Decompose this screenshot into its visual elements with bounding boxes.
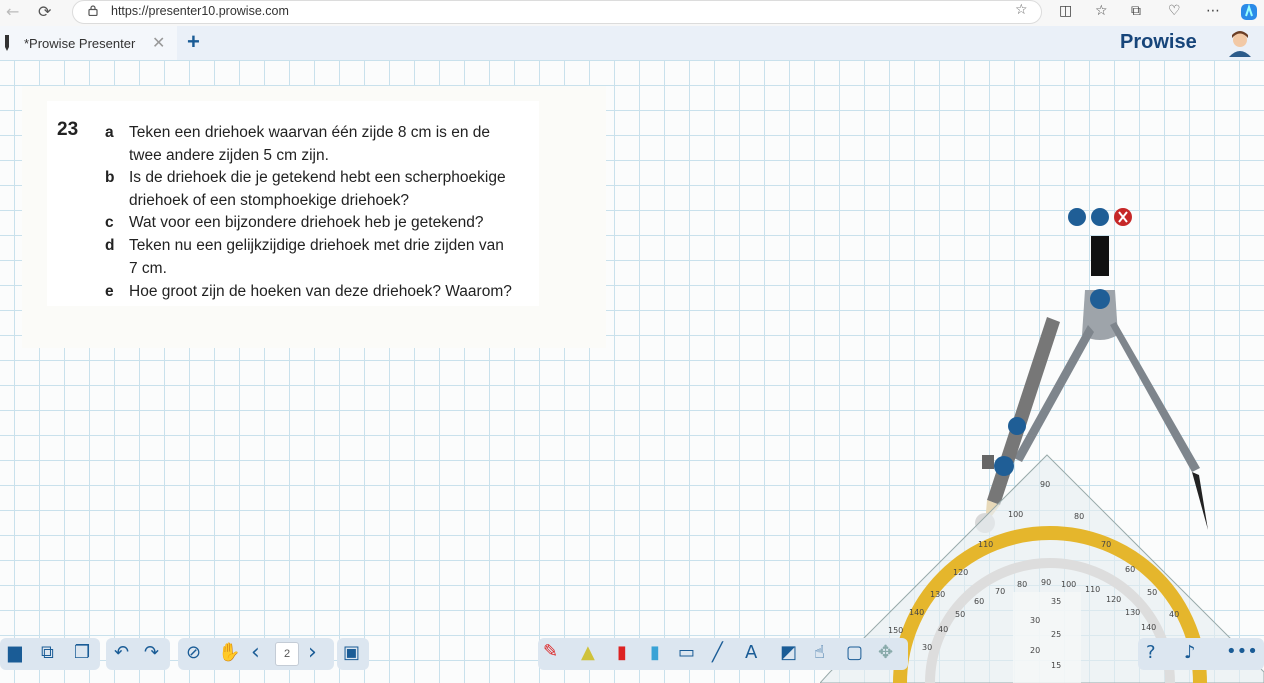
ruler-tick: 35 bbox=[1051, 597, 1062, 606]
favorite-star-icon[interactable]: ☆ bbox=[1015, 2, 1028, 18]
ring-tick: 110 bbox=[1085, 585, 1101, 594]
copy-page-icon[interactable]: ❐ bbox=[74, 642, 90, 663]
favorites-icon[interactable]: ☆ bbox=[1095, 3, 1108, 19]
highlighter-icon[interactable]: ▲ bbox=[581, 642, 595, 663]
marker-icon[interactable]: ▮ bbox=[617, 642, 627, 663]
item-letter: a bbox=[105, 124, 114, 141]
camera-icon[interactable]: ▣ bbox=[343, 642, 360, 663]
compass-handle bbox=[1091, 236, 1109, 276]
line-icon[interactable]: ╱ bbox=[712, 642, 723, 663]
item-text: Teken een driehoek waarvan één zijde 8 c… bbox=[129, 124, 491, 141]
app-header: *Prowise Presenter ✕ + Prowise bbox=[0, 26, 1264, 60]
compass-nav-icon[interactable]: ⊘ bbox=[186, 642, 201, 663]
protractor-tick: 90 bbox=[1040, 480, 1051, 489]
ring-tick: 60 bbox=[974, 597, 985, 606]
item-letter: b bbox=[105, 169, 115, 186]
undo-icon[interactable]: ↶ bbox=[114, 642, 129, 663]
browser-toolbar: ← ⟳ https://presenter10.prowise.com ☆ ◫ … bbox=[0, 0, 1264, 26]
eraser-icon[interactable]: ▮ bbox=[650, 642, 660, 663]
item-letter: e bbox=[105, 283, 114, 300]
back-icon[interactable]: ← bbox=[6, 2, 19, 21]
pen-icon[interactable]: ✎ bbox=[543, 641, 558, 662]
previous-page-icon[interactable]: ‹ bbox=[251, 640, 260, 665]
folder-icon[interactable]: ▆ bbox=[8, 642, 22, 663]
rectangle-icon[interactable]: ▭ bbox=[678, 642, 695, 663]
rotate-icon bbox=[1090, 289, 1110, 309]
file-tool-group: ▆ ⧉ ❐ bbox=[0, 638, 100, 670]
pages-icon[interactable]: ⧉ bbox=[41, 642, 54, 663]
item-letter: d bbox=[105, 237, 115, 254]
bell-icon[interactable]: ♪ bbox=[1184, 642, 1196, 663]
protractor-tick: 140 bbox=[909, 608, 925, 617]
history-tool-group: ↶ ↷ bbox=[106, 638, 170, 670]
protractor-tick: 60 bbox=[1125, 565, 1136, 574]
pencil-edit-icon bbox=[1008, 417, 1026, 435]
link-icon bbox=[1091, 208, 1109, 226]
frame-icon[interactable]: ▢ bbox=[846, 642, 863, 663]
item-text: Wat voor een bijzondere driehoek heb je … bbox=[129, 214, 484, 231]
help-tool-group: ? ♪ ••• bbox=[1138, 638, 1264, 670]
ring-tick: 80 bbox=[1017, 580, 1028, 589]
page-number[interactable]: 2 bbox=[275, 642, 299, 666]
text-icon[interactable]: A bbox=[745, 642, 757, 663]
ruler-tick: 30 bbox=[1030, 616, 1041, 625]
bottom-toolbar: ▆ ⧉ ❐ ↶ ↷ ⊘ ✋ ‹ › ▣ ✎ ▲ ▮ ▮ ▭ ╱ A ◩ ☝ ▢ … bbox=[0, 631, 1264, 683]
tab-title: *Prowise Presenter bbox=[24, 36, 136, 51]
ring-tick: 130 bbox=[1125, 608, 1141, 617]
item-text: twee andere zijden 5 cm zijn. bbox=[129, 147, 329, 164]
protractor-tick: 110 bbox=[978, 540, 994, 549]
whiteboard-canvas[interactable]: 23 a Teken een driehoek waarvan één zijd… bbox=[0, 60, 1264, 683]
lock-icon bbox=[88, 5, 98, 16]
prowise-logo: Prowise bbox=[1120, 31, 1197, 53]
item-text: 7 cm. bbox=[129, 260, 167, 277]
collections-icon[interactable]: ⧉ bbox=[1131, 3, 1141, 19]
camera-tool-group: ▣ bbox=[337, 638, 369, 670]
help-icon[interactable]: ? bbox=[1146, 642, 1156, 663]
pen-tab-icon bbox=[5, 35, 9, 51]
ring-tick: 70 bbox=[995, 587, 1006, 596]
split-screen-icon[interactable]: ◫ bbox=[1059, 3, 1072, 19]
more-options-icon[interactable]: ⋯ bbox=[1206, 3, 1220, 19]
address-bar[interactable]: https://presenter10.prowise.com ☆ bbox=[72, 0, 1042, 24]
gesture-icon[interactable]: ☝ bbox=[814, 642, 825, 663]
extensions-icon[interactable]: ♡ bbox=[1168, 3, 1181, 19]
ring-tick: 50 bbox=[955, 610, 966, 619]
ring-tick: 100 bbox=[1061, 580, 1077, 589]
protractor-tick: 120 bbox=[953, 568, 969, 577]
navigation-tool-group: ⊘ ✋ ‹ › bbox=[178, 638, 334, 670]
question-card[interactable]: 23 a Teken een driehoek waarvan één zijd… bbox=[22, 86, 606, 348]
drawing-tool-group: ✎ ▲ ▮ ▮ ▭ ╱ A ◩ ☝ ▢ ✥ bbox=[538, 638, 908, 670]
protractor-tick: 130 bbox=[930, 590, 946, 599]
ring-tick: 120 bbox=[1106, 595, 1122, 604]
redo-icon[interactable]: ↷ bbox=[144, 642, 159, 663]
protractor-tick: 100 bbox=[1008, 510, 1024, 519]
item-text: driehoek of een stomphoekige driehoek? bbox=[129, 192, 410, 209]
protractor-tick: 70 bbox=[1101, 540, 1112, 549]
compass-right-leg bbox=[1110, 322, 1200, 472]
item-text: Teken nu een gelijkzijdige driehoek met … bbox=[129, 237, 504, 254]
more-tools-icon[interactable]: ••• bbox=[1226, 641, 1258, 662]
question-number: 23 bbox=[57, 119, 79, 140]
avatar[interactable] bbox=[1226, 29, 1254, 57]
copilot-icon[interactable] bbox=[1239, 2, 1259, 22]
hand-icon[interactable]: ✋ bbox=[218, 642, 240, 663]
close-tab-icon[interactable]: ✕ bbox=[152, 33, 165, 52]
item-text: Is de driehoek die je getekend hebt een … bbox=[129, 169, 506, 186]
url-text: https://presenter10.prowise.com bbox=[111, 4, 289, 18]
add-tab-button[interactable]: + bbox=[187, 29, 200, 55]
protractor-tick: 40 bbox=[1169, 610, 1180, 619]
protractor-tick: 50 bbox=[1147, 588, 1158, 597]
fill-icon[interactable]: ◩ bbox=[780, 642, 797, 663]
protractor-tick: 80 bbox=[1074, 512, 1085, 521]
item-letter: c bbox=[105, 214, 114, 231]
presentation-tab[interactable]: *Prowise Presenter ✕ bbox=[0, 26, 177, 60]
mirror-icon bbox=[1068, 208, 1086, 226]
item-text: Hoe groot zijn de hoeken van deze drieho… bbox=[129, 283, 512, 300]
refresh-icon[interactable]: ⟳ bbox=[38, 2, 51, 21]
ring-tick: 90 bbox=[1041, 578, 1052, 587]
next-page-icon[interactable]: › bbox=[308, 640, 317, 665]
move-icon[interactable]: ✥ bbox=[878, 642, 893, 663]
